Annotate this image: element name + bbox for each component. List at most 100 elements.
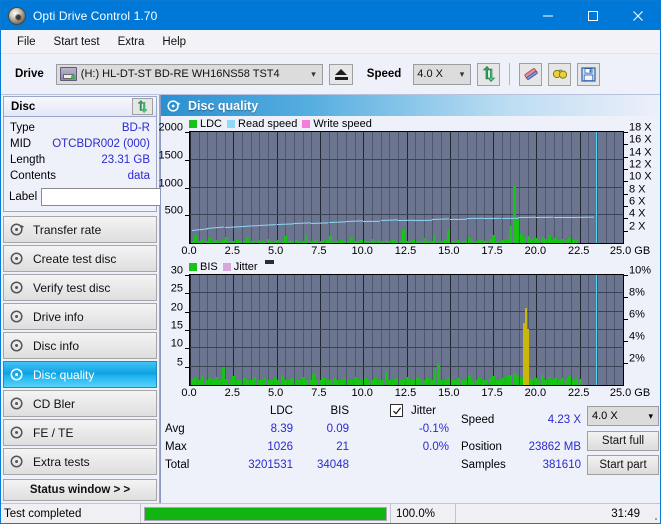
y2-tick-mark	[624, 363, 628, 364]
gridline-vertical	[432, 132, 434, 243]
read-speed-line-segment	[276, 223, 294, 225]
disc-row-value: data	[127, 170, 150, 182]
eraser-button[interactable]	[519, 62, 543, 86]
gridline-vertical	[562, 132, 564, 243]
jitter-bar	[526, 329, 529, 385]
menu-file[interactable]: File	[8, 33, 45, 51]
stats-grid: LDC BIS Jitter Avg Max Total 8.39 1026 3…	[161, 404, 660, 475]
y2-tick-label: 18 X	[629, 121, 652, 134]
disc-icon	[10, 368, 23, 381]
sidebar-item-label: Transfer rate	[33, 222, 102, 237]
start-part-button[interactable]: Start part	[587, 455, 659, 475]
y2-tick-mark	[624, 169, 628, 170]
legend-item-read-speed: Read speed	[227, 118, 297, 130]
y2-tick-label: 2 X	[629, 220, 646, 233]
gridline-horizontal	[190, 131, 623, 132]
close-icon[interactable]	[615, 1, 660, 30]
legend-item-bis: BIS	[189, 261, 218, 273]
drive-select-value: (H:) HL-DT-ST BD-RE WH16NS58 TST4	[80, 68, 280, 80]
sidebar-item-transfer-rate[interactable]: Transfer rate	[3, 216, 157, 243]
menu-start-test[interactable]: Start test	[45, 33, 109, 51]
stats-row-max: Max	[165, 441, 187, 453]
menu-help[interactable]: Help	[153, 33, 195, 51]
gridline-vertical	[371, 132, 373, 243]
bis-plot-area	[189, 274, 624, 386]
gridline-horizontal	[190, 214, 623, 216]
sidebar-item-label: Disc info	[33, 338, 80, 353]
sidebar-item-drive-info[interactable]: Drive info	[3, 303, 157, 330]
drive-icon	[59, 67, 77, 81]
sidebar-item-extra-tests[interactable]: Extra tests	[3, 448, 157, 475]
jitter-checkbox[interactable]	[390, 404, 403, 417]
bis-y2-axis: 2% 4% 6% 8% 10%	[624, 265, 660, 386]
sidebar-item-verify-test-disc[interactable]: Verify test disc	[3, 274, 157, 301]
legend-swatch	[227, 119, 236, 128]
jitter-marker-icon	[264, 260, 274, 264]
sidebar-item-disc-info[interactable]: Disc info	[3, 332, 157, 359]
gridline-vertical	[484, 132, 486, 243]
start-full-button[interactable]: Start full	[587, 431, 659, 451]
y2-tick-mark	[624, 132, 628, 133]
title-bar: Opti Drive Control 1.70	[1, 1, 660, 30]
sidebar-item-create-test-disc[interactable]: Create test disc	[3, 245, 157, 272]
drive-select[interactable]: (H:) HL-DT-ST BD-RE WH16NS58 TST4 ▾	[55, 63, 323, 85]
sidebar-item-disc-quality[interactable]: Disc quality	[3, 361, 157, 388]
maximize-icon[interactable]	[570, 1, 615, 30]
minimize-icon[interactable]	[525, 1, 570, 30]
legend-swatch	[302, 119, 311, 128]
goggles-button[interactable]	[548, 62, 572, 86]
sidebar-item-label: Extra tests	[33, 454, 90, 469]
stats-jitter-max: 0.0%	[422, 441, 449, 453]
y2-tick-mark	[624, 156, 628, 158]
read-speed-line-segment	[449, 218, 468, 220]
stats-row-total: Total	[165, 459, 190, 471]
y2-tick-mark	[624, 181, 628, 183]
status-window-button[interactable]: Status window > >	[3, 479, 157, 501]
legend-label: BIS	[200, 260, 218, 273]
disc-row-key: Type	[10, 122, 35, 134]
status-message: Test completed	[1, 504, 141, 523]
sidebar-nav: Transfer rate Create test disc Verify te…	[1, 216, 159, 477]
y2-tick-label: 10%	[629, 264, 652, 277]
y2-tick-label: 6%	[629, 308, 645, 321]
gridline-vertical	[467, 132, 469, 243]
eject-button[interactable]	[328, 63, 353, 85]
test-speed-select[interactable]: 4.0 X ▾	[587, 406, 659, 426]
toolbar: Drive (H:) HL-DT-ST BD-RE WH16NS58 TST4 …	[1, 54, 660, 95]
check-icon	[392, 406, 401, 415]
disc-icon	[10, 252, 23, 265]
refresh-button[interactable]	[477, 62, 501, 86]
y-tick-label: 2000	[158, 121, 183, 134]
gridline-vertical	[423, 132, 425, 243]
gridline-vertical	[190, 132, 191, 243]
disc-label-key: Label	[9, 191, 38, 203]
cursor-line	[596, 132, 598, 243]
disc-refresh-button[interactable]	[132, 98, 153, 115]
y2-tick-mark	[624, 230, 628, 232]
read-speed-line-segment	[259, 223, 277, 226]
x-tick-label: 15.0	[438, 245, 460, 257]
speed-select[interactable]: 4.0 X ▾	[413, 63, 472, 85]
sidebar: Disc Type BD-R MID OTCBDR002 (000) Lengt…	[1, 95, 240, 503]
data-bar	[575, 239, 579, 243]
menu-extra[interactable]: Extra	[109, 33, 154, 51]
sidebar-item-cd-bler[interactable]: CD Bler	[3, 390, 157, 417]
y2-tick-label: 12 X	[629, 158, 652, 171]
progress-bar	[141, 504, 390, 523]
window-title: Opti Drive Control 1.70	[33, 8, 158, 23]
legend-swatch	[189, 262, 197, 271]
y2-tick-label: 4 X	[629, 207, 646, 220]
gridline-vertical	[597, 132, 599, 243]
disc-row-mid: MID OTCBDR002 (000)	[9, 136, 151, 152]
stats-samples-value: 381610	[542, 459, 581, 471]
x-tick-label: 17.5	[481, 387, 503, 399]
stats-position-value: 23862 MB	[528, 441, 581, 453]
speed-select-value: 4.0 X	[417, 68, 443, 80]
gridline-vertical	[259, 132, 261, 243]
save-button[interactable]	[577, 62, 601, 86]
y2-tick-label: 4%	[629, 330, 645, 343]
x-tick-label: 7.5	[311, 387, 327, 399]
x-tick-label: 10.0	[351, 245, 373, 257]
sidebar-item-fe-te[interactable]: FE / TE	[3, 419, 157, 446]
resize-grip[interactable]	[646, 504, 660, 523]
